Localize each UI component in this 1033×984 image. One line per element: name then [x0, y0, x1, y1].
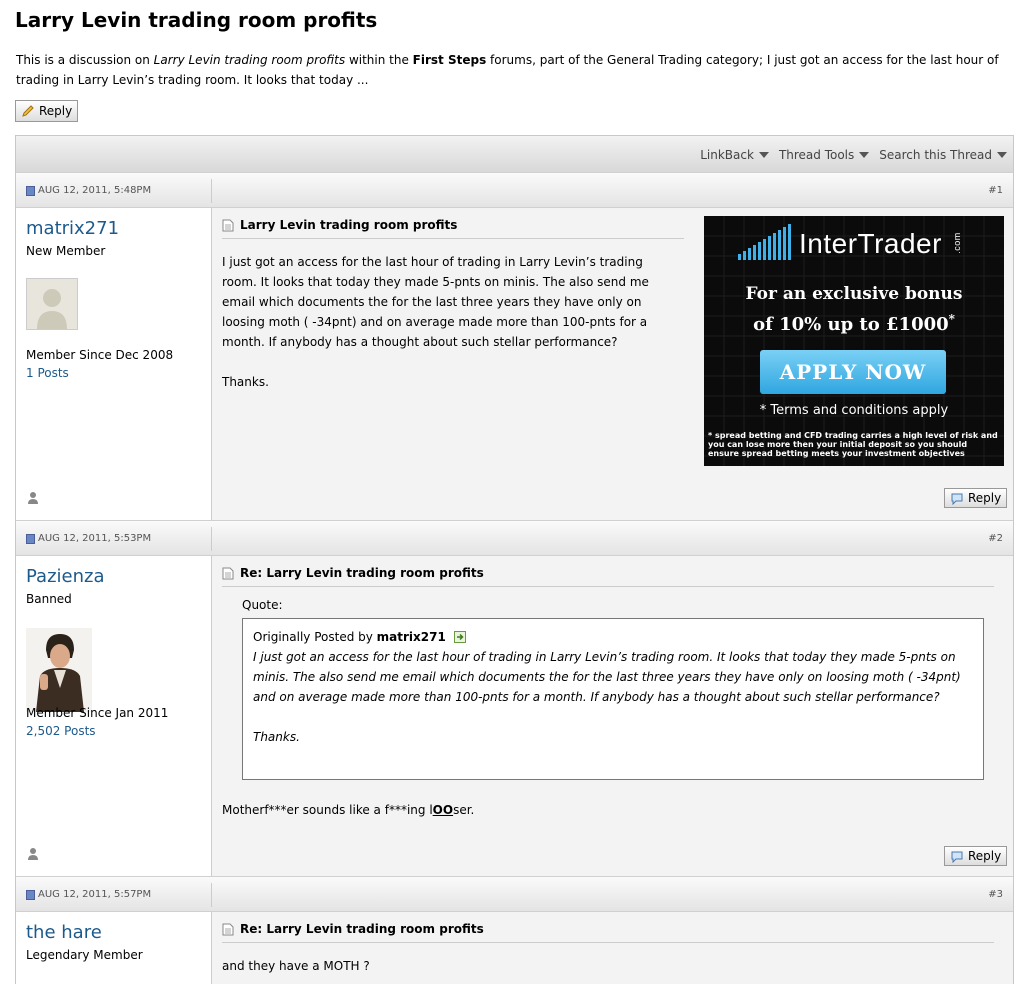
post-icon — [26, 889, 35, 900]
user-info: Pazienza Banned Member Since Jan 2011 2,… — [16, 556, 212, 876]
search-thread-menu[interactable]: Search this Thread — [879, 148, 1007, 162]
avatar[interactable] — [26, 628, 92, 712]
reply-post-button[interactable]: Reply — [944, 846, 1008, 866]
thread-name: Larry Levin trading room profits — [153, 53, 346, 67]
user-title: New Member — [26, 244, 106, 258]
post-icon — [26, 185, 35, 196]
user-title: Legendary Member — [26, 948, 143, 962]
avatar[interactable] — [26, 278, 78, 330]
username-link[interactable]: matrix271 — [26, 218, 119, 239]
post-number[interactable]: #2 — [988, 533, 1003, 544]
user-info: the hare Legendary Member — [16, 912, 212, 984]
thread-toolbar: LinkBack Thread Tools Search this Thread — [16, 136, 1013, 172]
quote-label: Quote: — [242, 598, 283, 612]
quote-author-link[interactable]: matrix271 — [377, 630, 446, 644]
post-title: Re: Larry Levin trading room profits — [222, 566, 994, 587]
post-body: matrix271 New Member Member Since Dec 20… — [16, 208, 1013, 520]
thread-container: LinkBack Thread Tools Search this Thread… — [15, 135, 1014, 984]
post-number[interactable]: #3 — [988, 889, 1003, 900]
document-icon — [222, 567, 234, 579]
view-post-arrow-icon[interactable] — [453, 631, 466, 643]
username-link[interactable]: the hare — [26, 922, 102, 943]
reply-icon — [951, 493, 963, 505]
chevron-down-icon — [758, 152, 769, 158]
quote-text: I just got an access for the last hour o… — [253, 650, 961, 704]
post-number[interactable]: #1 — [988, 185, 1003, 196]
quote-signoff: Thanks. — [253, 730, 300, 744]
pencil-icon — [22, 105, 34, 117]
apply-now-button[interactable]: APPLY NOW — [760, 350, 946, 394]
post-title: Larry Levin trading room profits — [222, 218, 684, 239]
quote-block: Originally Posted by matrix271 I just go… — [242, 618, 984, 780]
reply-post-button[interactable]: Reply — [944, 488, 1008, 508]
member-since: Member Since Jan 2011 — [26, 706, 169, 720]
post-body: Pazienza Banned Member Since Jan 2011 2,… — [16, 556, 1013, 876]
post-icon — [26, 533, 35, 544]
post-message: and they have a MOTH ? — [222, 959, 370, 973]
post-header: AUG 12, 2011, 5:48PM #1 — [16, 172, 1013, 208]
ad-disclaimer: * spread betting and CFD trading carries… — [708, 431, 998, 458]
post-count-link[interactable]: 1 Posts — [26, 366, 69, 380]
post-content: Larry Levin trading room profits I just … — [212, 208, 1013, 520]
user-title: Banned — [26, 592, 72, 606]
username-link[interactable]: Pazienza — [26, 566, 105, 587]
post-header: AUG 12, 2011, 5:57PM #3 — [16, 876, 1013, 912]
ad-brand: InterTrader .com — [799, 228, 962, 259]
linkback-menu[interactable]: LinkBack — [700, 148, 769, 162]
post-title: Re: Larry Levin trading room profits — [222, 922, 994, 943]
ad-terms: * Terms and conditions apply — [759, 403, 949, 418]
user-offline-icon — [26, 846, 40, 865]
document-icon — [222, 219, 234, 231]
intertrader-ad-banner[interactable]: InterTrader .com For an exclusive bonus o… — [704, 216, 1004, 466]
post-content: Re: Larry Levin trading room profits and… — [212, 912, 1013, 984]
post-signoff: Thanks. — [222, 375, 269, 389]
user-info: matrix271 New Member Member Since Dec 20… — [16, 208, 212, 520]
post-header: AUG 12, 2011, 5:53PM #2 — [16, 520, 1013, 556]
reply-icon — [951, 851, 963, 863]
post-count-link[interactable]: 2,502 Posts — [26, 724, 96, 738]
page-title: Larry Levin trading room profits — [15, 8, 378, 32]
post-message: Motherf***er sounds like a f***ing lOOse… — [222, 803, 475, 817]
thread-tools-menu[interactable]: Thread Tools — [779, 148, 870, 162]
forum-name: First Steps — [412, 53, 487, 67]
document-icon — [222, 923, 234, 935]
ad-line1: For an exclusive bonus — [745, 284, 963, 304]
post-message: I just got an access for the last hour o… — [222, 255, 649, 349]
thread-description: This is a discussion on Larry Levin trad… — [16, 53, 999, 87]
reply-button[interactable]: Reply — [15, 100, 79, 122]
ad-line2: of 10% up to £1000* — [753, 312, 955, 335]
user-offline-icon — [26, 490, 40, 509]
quote-attribution: Originally Posted by matrix271 — [253, 627, 973, 647]
post-body: the hare Legendary Member Re: Larry Levi… — [16, 912, 1013, 984]
chevron-down-icon — [859, 152, 870, 158]
post-content: Re: Larry Levin trading room profits Quo… — [212, 556, 1013, 876]
chevron-down-icon — [997, 152, 1007, 158]
member-since: Member Since Dec 2008 — [26, 348, 174, 362]
